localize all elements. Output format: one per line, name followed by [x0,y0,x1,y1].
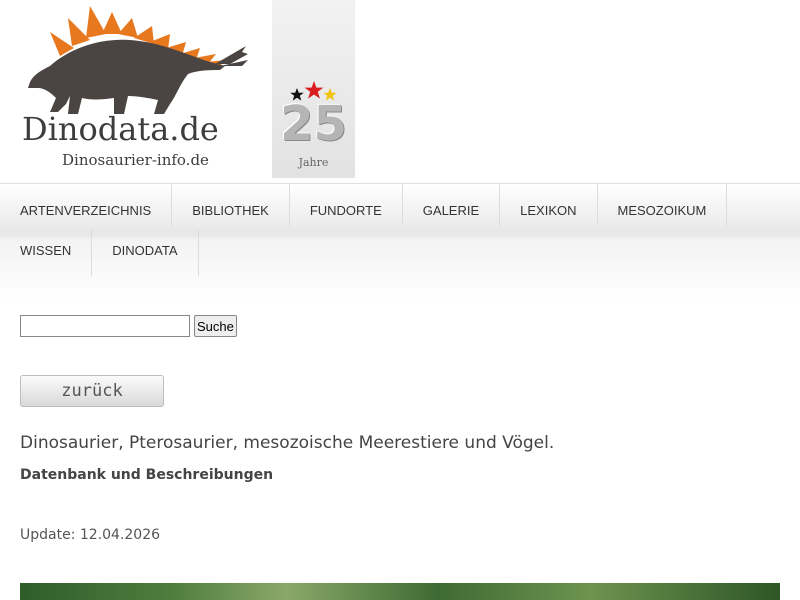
badge-label: Jahre [298,156,329,169]
anniversary-badge: 25 Jahre [272,0,355,178]
nav-item-artenverzeichnis[interactable]: ARTENVERZEICHNIS [0,184,173,226]
nav-item-dinodata[interactable]: DINODATA [92,230,199,276]
nav-row-2: WISSEN DINODATA [0,230,199,276]
logo-title: Dinodata.de [22,110,219,148]
nav-row-1: ARTENVERZEICHNIS BIBLIOTHEK FUNDORTE GAL… [0,184,728,226]
search-input[interactable] [20,315,190,337]
intro-subheading: Datenbank und Beschreibungen [20,467,274,483]
header-photo [20,583,780,600]
nav-item-bibliothek[interactable]: BIBLIOTHEK [172,184,290,226]
intro-text: Dinosaurier, Pterosaurier, mesozoische M… [20,433,555,453]
main-navigation: ARTENVERZEICHNIS BIBLIOTHEK FUNDORTE GAL… [0,183,800,301]
nav-item-lexikon[interactable]: LEXIKON [500,184,598,226]
logo-subtitle: Dinosaurier-info.de [62,151,209,169]
nav-item-fundorte[interactable]: FUNDORTE [290,184,403,226]
back-button[interactable]: zurück [20,375,164,407]
nav-item-mesozoikum[interactable]: MESOZOIKUM [598,184,728,226]
nav-item-wissen[interactable]: WISSEN [0,230,93,276]
badge-number: 25 [280,96,347,152]
update-date: Update: 12.04.2026 [20,527,161,543]
search-form: Suche [20,315,237,337]
stegosaurus-icon [28,6,248,114]
nav-item-galerie[interactable]: GALERIE [403,184,501,226]
site-header: Dinodata.de Dinosaurier-info.de 25 Jahre [0,0,800,183]
search-button[interactable]: Suche [194,315,237,337]
